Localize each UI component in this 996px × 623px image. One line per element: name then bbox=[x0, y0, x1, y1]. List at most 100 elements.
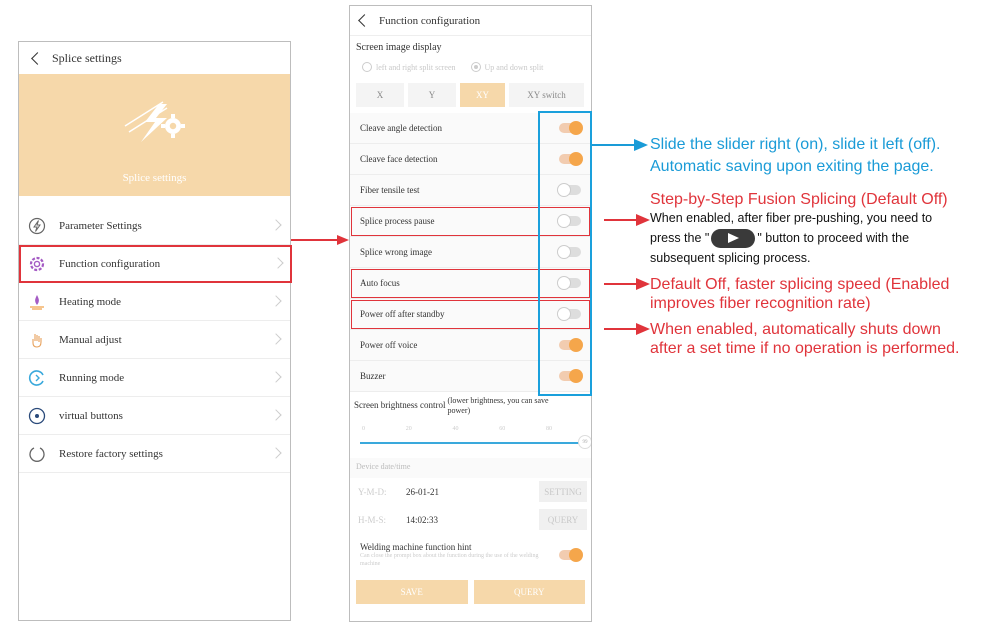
slider-tick-labels: 0 20 40 60 80 bbox=[362, 426, 552, 432]
banner-title: Splice settings bbox=[122, 172, 187, 184]
flame-icon bbox=[27, 292, 47, 312]
page-title: Function configuration bbox=[379, 14, 481, 27]
date-label: Y-M-D: bbox=[358, 487, 387, 497]
annotation-line: improves fiber recognition rate) bbox=[650, 295, 871, 312]
segment-y[interactable]: Y bbox=[408, 83, 456, 107]
pause-annotation-title: Step-by-Step Fusion Splicing (Default Of… bbox=[650, 191, 948, 208]
date-row: Y-M-D: 26-01-21 SETTING bbox=[350, 478, 591, 506]
chevron-right-icon bbox=[270, 371, 282, 383]
slider-annotation: Slide the slider right (on), slide it le… bbox=[650, 134, 941, 178]
menu-item-virtual-buttons[interactable]: virtual buttons bbox=[19, 397, 290, 435]
brightness-slider[interactable]: 0 20 40 60 80 99 bbox=[358, 416, 591, 456]
chevron-right-icon bbox=[270, 219, 282, 231]
annotation-text: " button to proceed with the bbox=[757, 231, 910, 245]
screen-image-title: Screen image display bbox=[356, 42, 442, 53]
tick-label: 20 bbox=[405, 426, 412, 432]
hint-description: Can close the prompt box about the funct… bbox=[360, 553, 539, 567]
chevron-right-icon bbox=[270, 295, 282, 307]
radio-up-down-split[interactable]: Up and down split bbox=[470, 62, 580, 72]
menu-item-label: Running mode bbox=[59, 371, 125, 384]
restore-icon bbox=[27, 444, 47, 464]
menu-item-manual-adjust[interactable]: Manual adjust bbox=[19, 321, 290, 359]
lightning-gear-icon bbox=[124, 101, 185, 142]
blue-arrow bbox=[592, 139, 648, 151]
slider-thumb[interactable]: 99 bbox=[578, 435, 591, 449]
toggle-label: Cleave angle detection bbox=[360, 123, 442, 133]
settings-menu: Parameter Settings Function configuratio… bbox=[19, 207, 292, 473]
menu-item-running-mode[interactable]: Running mode bbox=[19, 359, 290, 397]
tick-label: 60 bbox=[499, 426, 506, 432]
gear-icon bbox=[27, 254, 47, 274]
lightning-circle-icon bbox=[27, 216, 47, 236]
standby-annotation: When enabled, automatically shuts down a… bbox=[650, 320, 959, 358]
bottom-buttons: SAVE QUERY bbox=[350, 576, 591, 608]
chevron-right-icon bbox=[270, 333, 282, 345]
splice-settings-banner: Splice settings bbox=[19, 74, 290, 196]
hint-title: Welding machine function hint bbox=[360, 542, 472, 552]
radio-icon bbox=[362, 62, 372, 72]
focus-annotation: Default Off, faster splicing speed (Enab… bbox=[650, 275, 949, 313]
segment-x[interactable]: X bbox=[356, 83, 404, 107]
pause-annotation-body: When enabled, after fiber pre-pushing, y… bbox=[650, 208, 932, 268]
menu-item-restore-factory-settings[interactable]: Restore factory settings bbox=[19, 435, 290, 473]
annotation-line: press the " " button to proceed with the bbox=[650, 228, 932, 249]
red-arrow-standby bbox=[604, 323, 650, 335]
function-hint-row: Welding machine function hint Can close … bbox=[350, 534, 591, 576]
setting-button[interactable]: SETTING bbox=[539, 481, 587, 502]
chevron-right-icon bbox=[270, 447, 282, 459]
arrow-to-function-config bbox=[291, 235, 349, 245]
tick-label: 80 bbox=[546, 426, 552, 432]
toggle-column-highlight bbox=[538, 111, 592, 396]
splice-settings-screen: Splice settings Splice settings Paramete… bbox=[18, 41, 292, 621]
back-icon[interactable] bbox=[31, 51, 44, 65]
toggle-label: Power off voice bbox=[360, 340, 418, 350]
query-button[interactable]: QUERY bbox=[539, 509, 587, 530]
annotation-line: subsequent splicing process. bbox=[650, 251, 811, 266]
toggle-label: Splice process pause bbox=[360, 216, 435, 226]
menu-item-label: Manual adjust bbox=[59, 333, 122, 346]
segment-xy-switch[interactable]: XY switch bbox=[509, 83, 584, 107]
toggle-label: Splice wrong image bbox=[360, 247, 432, 257]
slider-track[interactable] bbox=[360, 442, 582, 444]
tick-label: 0 bbox=[362, 426, 365, 432]
running-mode-icon bbox=[27, 368, 47, 388]
menu-item-label: Function configuration bbox=[59, 257, 161, 270]
annotation-line: after a set time if no operation is perf… bbox=[650, 340, 960, 357]
red-arrow-focus bbox=[604, 278, 650, 290]
hand-icon bbox=[27, 330, 47, 350]
toggle-label: Buzzer bbox=[360, 371, 386, 381]
toggle-label: Auto focus bbox=[360, 278, 400, 288]
menu-item-label: Restore factory settings bbox=[59, 447, 163, 460]
chevron-right-icon bbox=[270, 409, 282, 421]
menu-item-label: virtual buttons bbox=[59, 409, 123, 422]
page-title: Splice settings bbox=[52, 50, 122, 65]
toggle-switch[interactable] bbox=[559, 548, 583, 562]
annotation-line: Slide the slider right (on), slide it le… bbox=[650, 136, 941, 153]
menu-item-function-configuration[interactable]: Function configuration bbox=[19, 245, 292, 283]
annotation-line: Default Off, faster splicing speed (Enab… bbox=[650, 276, 950, 293]
time-value: 14:02:33 bbox=[406, 515, 439, 525]
device-datetime-title: Device date/time bbox=[350, 458, 591, 478]
split-mode-radios: left and right split screen Up and down … bbox=[350, 55, 591, 79]
annotation-line: When enabled, after fiber pre-pushing, y… bbox=[650, 211, 933, 225]
back-icon[interactable] bbox=[358, 14, 371, 27]
annotation-line: When enabled, automatically shuts down bbox=[650, 321, 941, 338]
target-dot-icon bbox=[27, 406, 47, 426]
axis-segment-control: X Y XY XY switch bbox=[356, 83, 585, 107]
chevron-right-icon bbox=[272, 257, 284, 269]
menu-item-heating-mode[interactable]: Heating mode bbox=[19, 283, 290, 321]
menu-item-label: Heating mode bbox=[59, 295, 122, 308]
save-button[interactable]: SAVE bbox=[356, 580, 468, 604]
radio-left-right-split[interactable]: left and right split screen bbox=[362, 62, 471, 72]
radio-label: Up and down split bbox=[484, 62, 544, 72]
toggle-label: Fiber tensile test bbox=[360, 185, 420, 195]
query-bottom-button[interactable]: QUERY bbox=[473, 580, 585, 604]
time-label: H-M-S: bbox=[358, 515, 387, 525]
menu-item-parameter-settings[interactable]: Parameter Settings bbox=[19, 207, 290, 245]
radio-selected-icon bbox=[470, 62, 481, 72]
brightness-note: (lower brightness, you can save power) bbox=[447, 396, 549, 415]
annotation-line: Automatic saving upon exiting the page. bbox=[650, 158, 934, 175]
toggle-label: Power off after standby bbox=[360, 309, 445, 319]
segment-xy[interactable]: XY bbox=[460, 83, 505, 107]
red-arrow-pause bbox=[604, 214, 650, 226]
